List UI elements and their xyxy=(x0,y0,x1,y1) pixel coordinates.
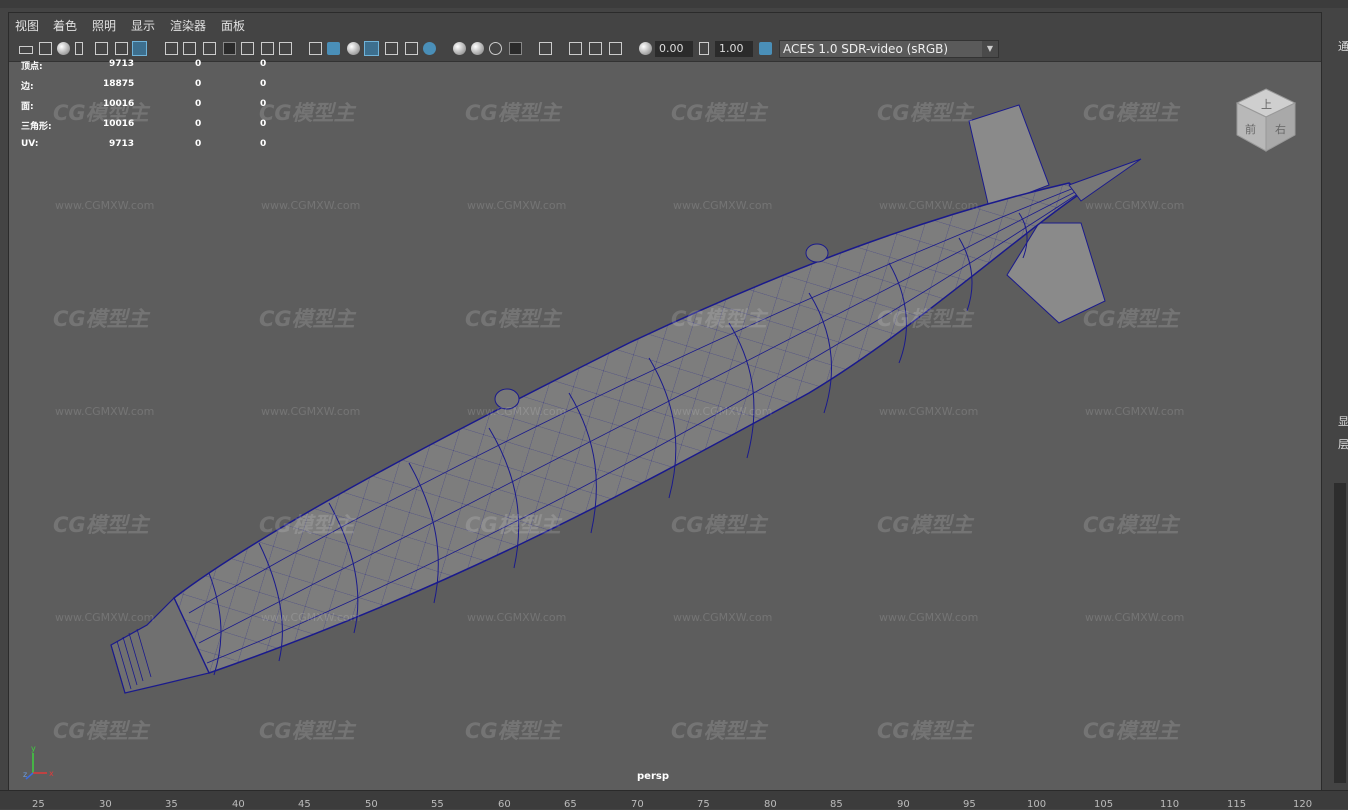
viewcube-right-label: 右 xyxy=(1275,122,1286,136)
hud-label: 三角形: xyxy=(21,122,52,132)
timeline-tick: 90 xyxy=(897,799,910,810)
timeline-tick: 35 xyxy=(165,799,178,810)
front-dome xyxy=(494,388,520,410)
hud-value: 0 xyxy=(195,99,202,109)
hud-value: 0 xyxy=(195,79,202,89)
nose-tip xyxy=(1068,158,1142,202)
timeline-tick: 70 xyxy=(631,799,644,810)
timeline-tick: 25 xyxy=(32,799,45,810)
timeline-tick: 30 xyxy=(99,799,112,810)
hud-label: 顶点: xyxy=(21,62,43,72)
hud-label: 边: xyxy=(21,82,34,92)
timeline-tick: 85 xyxy=(830,799,843,810)
timeline-tick: 40 xyxy=(232,799,245,810)
camera-name-label: persp xyxy=(637,771,669,782)
rear-dome xyxy=(805,243,829,263)
y-axis-label: y xyxy=(31,744,36,753)
timeline-tick: 75 xyxy=(697,799,710,810)
hud-value: 0 xyxy=(195,119,202,129)
timeline-ruler[interactable]: 25 30 35 40 45 50 55 60 65 70 75 80 85 9… xyxy=(0,790,1348,810)
timeline-tick: 50 xyxy=(365,799,378,810)
hud-value: 9713 xyxy=(109,59,135,69)
hud-value: 0 xyxy=(260,139,267,149)
missile-mesh[interactable] xyxy=(110,104,1142,694)
hud-row-faces: 面: 10016 0 0 xyxy=(21,99,281,113)
viewcube-top-label: 上 xyxy=(1261,98,1272,111)
right-panel-label: 通 xyxy=(1338,40,1348,53)
z-axis-label: z xyxy=(23,770,27,779)
hud-label: UV: xyxy=(21,139,39,149)
hud-label: 面: xyxy=(21,102,34,112)
body-triangulation xyxy=(174,183,1081,673)
top-status-strip xyxy=(0,0,1348,8)
timeline-tick: 45 xyxy=(298,799,311,810)
timeline-tick: 65 xyxy=(564,799,577,810)
hud-row-uvs: UV: 9713 0 0 xyxy=(21,139,281,153)
timeline-tick: 120 xyxy=(1293,799,1313,810)
right-panel-label: 显 xyxy=(1338,415,1348,428)
hud-value: 9713 xyxy=(109,139,135,149)
timeline-tick: 100 xyxy=(1027,799,1047,810)
hud-value: 18875 xyxy=(103,79,135,89)
viewcube-front-label: 前 xyxy=(1245,122,1256,136)
timeline-tick: 60 xyxy=(498,799,511,810)
hud-value: 10016 xyxy=(103,119,135,129)
timeline-tick: 105 xyxy=(1094,799,1114,810)
timeline-tick: 110 xyxy=(1160,799,1180,810)
axis-gizmo: y z x xyxy=(23,743,63,783)
timeline-tick: 115 xyxy=(1227,799,1247,810)
timeline-tick: 55 xyxy=(431,799,444,810)
right-side-panel: 通 显 层 xyxy=(1324,8,1348,798)
view-cube[interactable]: 上 前 右 xyxy=(1231,85,1301,155)
right-panel-scrollbar[interactable] xyxy=(1334,483,1346,783)
hud-value: 0 xyxy=(260,99,267,109)
hud-value: 0 xyxy=(260,79,267,89)
right-panel-label: 层 xyxy=(1338,438,1348,451)
hud-value: 0 xyxy=(260,59,267,69)
hud-row-edges: 边: 18875 0 0 xyxy=(21,79,281,93)
hud-value: 0 xyxy=(195,139,202,149)
timeline-tick: 95 xyxy=(963,799,976,810)
hud-row-triangles: 三角形: 10016 0 0 xyxy=(21,119,281,133)
hud-row-vertices: 顶点: 9713 0 0 xyxy=(21,59,281,73)
hud-value: 0 xyxy=(195,59,202,69)
hud-value: 0 xyxy=(260,119,267,129)
x-axis-label: x xyxy=(49,769,54,778)
viewport-panel[interactable]: 视图 着色 照明 显示 渲染器 面板 0.00 1.00 ACES 1.0 SD… xyxy=(8,12,1322,792)
hud-value: 10016 xyxy=(103,99,135,109)
timeline-tick: 80 xyxy=(764,799,777,810)
